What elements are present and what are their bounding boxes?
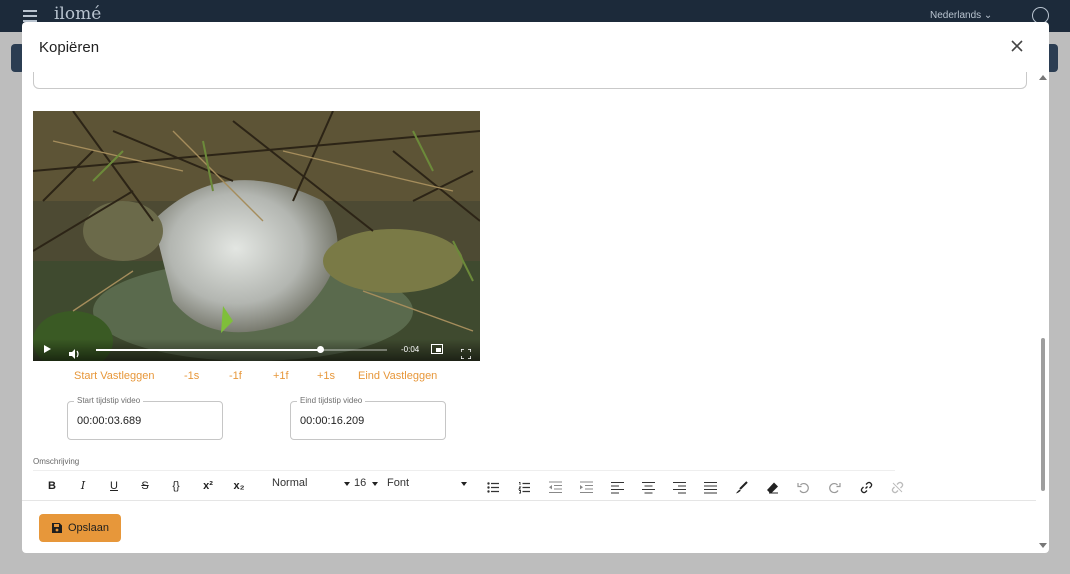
subscript-button[interactable]: x₂ [228, 471, 250, 500]
dialog-scrollbar[interactable] [1036, 72, 1049, 553]
align-left-icon[interactable] [611, 479, 624, 494]
undo-icon[interactable] [797, 479, 810, 494]
eraser-icon[interactable] [766, 479, 779, 494]
font-size-select[interactable]: 16 [354, 477, 378, 494]
chevron-down-icon [344, 482, 350, 486]
video-frame [33, 111, 480, 361]
start-time-label: Start tijdstip video [74, 396, 144, 405]
previous-text-field[interactable] [33, 72, 1027, 89]
dialog-body: -0:04 Start Vastleggen -1s -1f +1f +1s E… [22, 72, 1049, 500]
minus-1s-button[interactable]: -1s [184, 370, 199, 382]
brush-icon[interactable] [735, 479, 748, 494]
italic-button[interactable]: I [72, 471, 94, 500]
link-icon[interactable] [860, 479, 873, 494]
heading-select[interactable]: Normal [272, 477, 350, 494]
video-progress-fill [96, 349, 321, 351]
scroll-up-icon[interactable] [1039, 75, 1047, 80]
start-time-field[interactable]: Start tijdstip video 00:00:03.689 [67, 396, 223, 440]
save-button[interactable]: Opslaan [39, 514, 121, 542]
video-progress-knob[interactable] [317, 346, 325, 353]
description-label: Omschrijving [33, 457, 80, 466]
chevron-down-icon [372, 482, 378, 486]
code-button[interactable]: {} [165, 471, 187, 500]
close-icon[interactable] [1009, 38, 1025, 54]
unlink-icon[interactable] [891, 479, 904, 494]
start-time-value[interactable]: 00:00:03.689 [77, 415, 141, 427]
bold-button[interactable]: B [41, 471, 63, 500]
app-logo: ilomé [54, 4, 102, 24]
numbered-list-icon[interactable] [518, 479, 531, 494]
dialog-header: Kopiëren [22, 22, 1049, 72]
align-justify-icon[interactable] [704, 479, 717, 494]
underline-button[interactable]: U [103, 471, 125, 500]
align-right-icon[interactable] [673, 479, 686, 494]
align-center-icon[interactable] [642, 479, 655, 494]
fullscreen-icon[interactable] [460, 344, 472, 360]
end-time-field[interactable]: Eind tijdstip video 00:00:16.209 [290, 396, 446, 440]
minus-1f-button[interactable]: -1f [229, 370, 242, 382]
start-capture-button[interactable]: Start Vastleggen [74, 370, 155, 382]
superscript-button[interactable]: x² [197, 471, 219, 500]
play-icon[interactable] [44, 345, 51, 353]
video-controls: -0:04 [33, 339, 480, 361]
save-button-label: Opslaan [68, 522, 109, 534]
bullet-list-icon[interactable] [487, 479, 500, 493]
capture-controls: Start Vastleggen -1s -1f +1f +1s Eind Va… [22, 369, 492, 385]
end-capture-button[interactable]: Eind Vastleggen [358, 370, 437, 382]
strikethrough-button[interactable]: S [134, 471, 156, 500]
language-selector[interactable]: Nederlands ⌄ [930, 10, 992, 21]
volume-icon[interactable] [69, 344, 81, 359]
end-time-label: Eind tijdstip video [297, 396, 366, 405]
scrollbar-thumb[interactable] [1041, 338, 1045, 491]
scroll-down-icon[interactable] [1039, 543, 1047, 548]
dialog-title: Kopiëren [39, 39, 100, 56]
video-time-remaining: -0:04 [401, 345, 420, 354]
font-select[interactable]: Font [387, 477, 467, 494]
floppy-disk-icon [52, 523, 62, 533]
dialog-footer: Opslaan [22, 500, 1036, 553]
plus-1f-button[interactable]: +1f [273, 370, 289, 382]
video-player[interactable]: -0:04 [33, 111, 480, 361]
indent-icon[interactable] [580, 479, 593, 494]
video-progress-bar[interactable] [96, 346, 387, 353]
redo-icon[interactable] [828, 479, 841, 494]
editor-toolbar: B I U S {} x² x₂ Normal 16 Font [33, 470, 904, 500]
end-time-value[interactable]: 00:00:16.209 [300, 415, 364, 427]
outdent-icon[interactable] [549, 479, 562, 494]
picture-in-picture-icon[interactable] [431, 344, 443, 354]
chevron-down-icon [461, 482, 467, 486]
menu-icon[interactable] [23, 10, 37, 22]
plus-1s-button[interactable]: +1s [317, 370, 335, 382]
copy-dialog: Kopiëren -0:04 Start Vastleggen -1s -1f … [22, 22, 1049, 553]
